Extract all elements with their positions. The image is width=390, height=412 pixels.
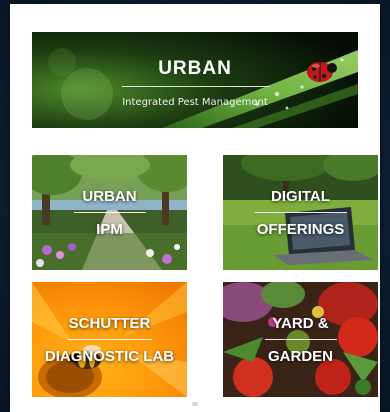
tile-schutter-line1: SCHUTTER <box>68 315 151 332</box>
tile-schutter-divider <box>68 339 152 340</box>
tile-digital-offerings[interactable]: DIGITAL OFFERINGS <box>223 155 378 270</box>
content-panel: URBAN Integrated Pest Management URBAN I… <box>10 4 380 412</box>
tile-yard-divider <box>265 339 337 340</box>
tile-digital-offerings-divider <box>255 212 347 213</box>
tile-yard-line1: YARD & <box>272 315 329 332</box>
banner-divider <box>122 86 270 87</box>
banner-title: URBAN <box>158 58 232 79</box>
tile-schutter-line2: DIAGNOSTIC LAB <box>44 348 175 365</box>
tile-digital-offerings-line2: OFFERINGS <box>256 221 345 238</box>
tile-yard-line2: GARDEN <box>267 348 333 365</box>
ladybug-grass-image <box>32 32 358 128</box>
tile-schutter-diagnostic-lab[interactable]: SCHUTTER DIAGNOSTIC LAB <box>32 282 187 397</box>
tile-urban-ipm-line1: URBAN <box>82 188 137 205</box>
tile-urban-ipm-line2: IPM <box>96 221 123 238</box>
tile-yard-and-garden[interactable]: YARD & GARDEN <box>223 282 378 397</box>
urban-ipm-banner[interactable]: URBAN Integrated Pest Management <box>32 32 358 128</box>
bottom-indicator <box>192 402 198 406</box>
tile-urban-ipm-divider <box>74 212 146 213</box>
tile-urban-ipm[interactable]: URBAN IPM <box>32 155 187 270</box>
banner-subtitle: Integrated Pest Management <box>122 97 268 108</box>
tile-digital-offerings-line1: DIGITAL <box>271 188 330 205</box>
